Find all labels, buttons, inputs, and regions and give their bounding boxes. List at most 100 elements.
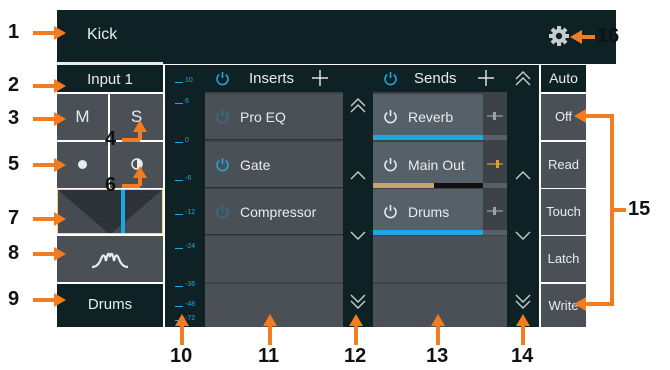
- send-level-track: [373, 230, 483, 235]
- double-chevron-up-icon[interactable]: [514, 70, 532, 88]
- speaker-icon: [131, 158, 143, 170]
- power-icon[interactable]: [383, 71, 398, 86]
- chevron-up-icon[interactable]: [514, 170, 532, 180]
- insert-slot-5[interactable]: [205, 284, 343, 327]
- send-level-bar: [373, 183, 434, 188]
- callout-number: 2: [8, 74, 20, 96]
- chevron-up-icon[interactable]: [349, 170, 367, 180]
- meter-tick-label: -24: [185, 243, 196, 250]
- meter-scale: 10 6 0 -6 -12 -24 -36 -48 -72: [165, 65, 205, 327]
- callout-number: 10: [170, 345, 193, 367]
- add-insert-icon[interactable]: [311, 69, 329, 87]
- automation-mode-off[interactable]: Off: [541, 94, 586, 140]
- insert-name: Compressor: [240, 204, 317, 220]
- input-label: Input 1: [87, 71, 133, 88]
- callout-number: 5: [8, 153, 20, 175]
- bus-label: Drums: [87, 296, 133, 313]
- gear-icon[interactable]: [548, 25, 570, 47]
- record-dot-icon: [78, 160, 87, 169]
- meter-tick-label: -12: [185, 209, 196, 216]
- send-slot-4[interactable]: [373, 236, 507, 282]
- pan-fader-icon: [487, 207, 503, 215]
- callout-number: 9: [8, 288, 20, 310]
- meter-tick-label: -48: [185, 301, 196, 308]
- power-icon[interactable]: [215, 157, 230, 172]
- insert-name: Pro EQ: [240, 109, 286, 125]
- send-pan-box[interactable]: [483, 142, 507, 183]
- insert-slot-3[interactable]: Compressor: [205, 189, 343, 235]
- power-icon[interactable]: [383, 109, 398, 124]
- sends-scroll-column[interactable]: [507, 65, 539, 327]
- channel-name[interactable]: Kick: [87, 26, 117, 44]
- callout-number: 7: [8, 207, 20, 229]
- inserts-scroll-column[interactable]: [343, 65, 373, 327]
- insert-slot-4[interactable]: [205, 236, 343, 282]
- double-chevron-up-icon[interactable]: [349, 97, 367, 115]
- mode-label: Touch: [546, 204, 581, 219]
- callout-number: 4: [105, 128, 117, 150]
- meter-tick-line: [175, 180, 183, 181]
- callout-number: 12: [344, 345, 367, 367]
- meter-tick-line: [175, 142, 183, 143]
- chevron-down-icon[interactable]: [514, 231, 532, 241]
- meter-tick-line: [175, 248, 183, 249]
- send-pan-box[interactable]: [483, 94, 507, 135]
- waveform-icon: [90, 247, 130, 271]
- meter-tick-line: [175, 103, 183, 104]
- insert-name: Gate: [240, 157, 271, 173]
- send-slot-3[interactable]: Drums: [373, 189, 507, 235]
- sends-title: Sends: [414, 70, 457, 87]
- mode-label: Write: [548, 298, 579, 313]
- send-slot-1[interactable]: Reverb: [373, 94, 507, 140]
- insert-slot-2[interactable]: Gate: [205, 142, 343, 188]
- solo-button[interactable]: S: [110, 94, 163, 140]
- monitor-button[interactable]: [110, 142, 163, 188]
- meter-tick-label: -6: [185, 175, 192, 182]
- meter-tick-line: [175, 306, 183, 307]
- meter-tick-label: -36: [185, 281, 196, 288]
- callout-number: 6: [105, 174, 117, 196]
- meter-tick-line: [175, 286, 183, 287]
- power-icon[interactable]: [383, 204, 398, 219]
- automation-title: Auto: [549, 70, 578, 86]
- callout-number: 15: [628, 198, 651, 220]
- callout-number: 13: [426, 345, 449, 367]
- power-icon[interactable]: [215, 71, 230, 86]
- record-button[interactable]: [57, 142, 108, 188]
- double-chevron-down-icon[interactable]: [349, 292, 367, 310]
- meter-tick-line: [175, 320, 183, 321]
- send-slot-2[interactable]: Main Out: [373, 142, 507, 188]
- send-level-track: [373, 135, 483, 140]
- add-send-icon[interactable]: [477, 69, 495, 87]
- inserts-header: Inserts: [205, 65, 343, 92]
- send-slot-5[interactable]: [373, 284, 507, 327]
- insert-slot-1[interactable]: Pro EQ: [205, 94, 343, 140]
- meter-tick-line: [175, 214, 183, 215]
- power-icon[interactable]: [383, 157, 398, 172]
- callout-number: 3: [8, 107, 20, 129]
- meter-tick-label: 6: [185, 98, 189, 105]
- callout-number: 14: [511, 345, 534, 367]
- bus-selector[interactable]: Drums: [57, 284, 163, 327]
- inserts-title: Inserts: [249, 70, 295, 87]
- send-level-bar: [373, 230, 483, 235]
- chevron-down-icon[interactable]: [349, 231, 367, 241]
- automation-mode-latch[interactable]: Latch: [541, 236, 586, 282]
- automation-mode-touch[interactable]: Touch: [541, 189, 586, 235]
- callout-number: 1: [8, 21, 20, 43]
- send-name: Drums: [408, 204, 450, 220]
- send-pan-box[interactable]: [483, 189, 507, 230]
- send-level-bar: [373, 135, 483, 140]
- double-chevron-down-icon[interactable]: [514, 292, 532, 310]
- channel-header: Kick: [57, 10, 616, 64]
- mute-button[interactable]: M: [57, 94, 108, 140]
- pan-fader-icon: [487, 112, 503, 120]
- automation-mode-write[interactable]: Write: [541, 284, 586, 327]
- power-icon[interactable]: [215, 109, 230, 124]
- automation-header: Auto: [541, 65, 586, 92]
- mode-label: Latch: [547, 251, 580, 266]
- automation-mode-read[interactable]: Read: [541, 142, 586, 188]
- input-selector[interactable]: Input 1: [57, 65, 163, 92]
- input-filter-button[interactable]: [57, 236, 163, 282]
- power-icon[interactable]: [215, 204, 230, 219]
